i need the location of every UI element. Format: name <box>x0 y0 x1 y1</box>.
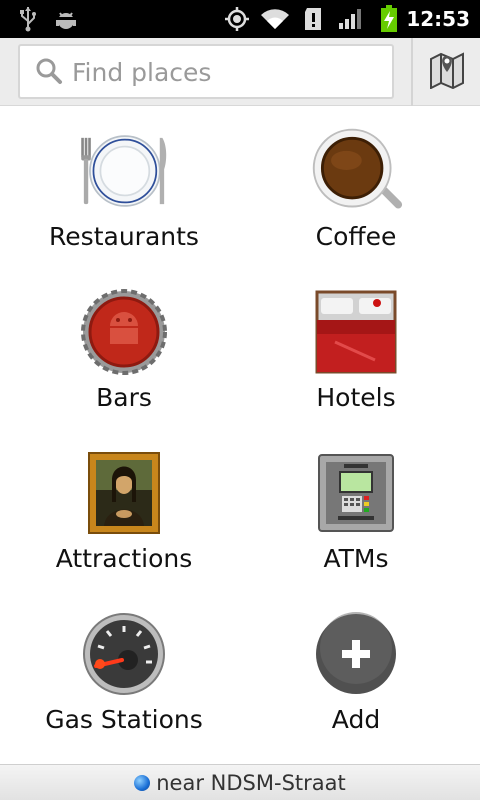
add-plus-icon <box>308 609 404 699</box>
search-input[interactable] <box>72 52 382 92</box>
category-attractions[interactable]: Attractions <box>4 428 244 589</box>
map-icon <box>429 51 465 93</box>
mona-lisa-painting-icon <box>76 448 172 538</box>
atm-machine-icon <box>308 448 404 538</box>
category-gas-stations[interactable]: Gas Stations <box>4 589 244 750</box>
category-label: ATMs <box>323 544 389 573</box>
category-coffee[interactable]: Coffee <box>236 106 476 267</box>
status-bar: 12:53 <box>0 0 480 38</box>
category-hotels[interactable]: Hotels <box>236 267 476 428</box>
sd-card-alert-icon <box>300 0 326 38</box>
wifi-icon <box>258 0 292 38</box>
cell-signal-icon <box>336 0 366 38</box>
location-text: near NDSM-Straat <box>156 770 346 795</box>
category-restaurants[interactable]: Restaurants <box>4 106 244 267</box>
category-add[interactable]: Add <box>236 589 476 750</box>
category-label: Add <box>331 705 381 734</box>
category-label: Bars <box>96 383 152 412</box>
bottle-cap-icon <box>76 287 172 377</box>
category-label: Hotels <box>316 383 396 412</box>
category-label: Restaurants <box>49 222 199 251</box>
search-box[interactable] <box>18 44 394 99</box>
category-label: Attractions <box>55 544 193 573</box>
location-dot-icon <box>134 774 151 791</box>
usb-icon <box>14 0 42 38</box>
coffee-cup-icon <box>308 126 404 216</box>
plate-cutlery-icon <box>76 126 172 216</box>
status-time: 12:53 <box>406 7 470 31</box>
android-debug-icon <box>52 0 80 38</box>
fuel-gauge-icon <box>76 609 172 699</box>
bed-icon <box>308 287 404 377</box>
battery-charging-icon <box>376 0 402 38</box>
category-label: Coffee <box>315 222 397 251</box>
category-label: Gas Stations <box>45 705 203 734</box>
category-atms[interactable]: ATMs <box>236 428 476 589</box>
location-footer[interactable]: near NDSM-Straat <box>0 764 480 800</box>
search-icon <box>34 56 64 90</box>
category-bars[interactable]: Bars <box>4 267 244 428</box>
search-bar <box>0 38 480 106</box>
gps-icon <box>222 0 252 38</box>
map-view-button[interactable] <box>413 38 480 106</box>
category-grid: Restaurants Coffee Bars Hotels Attractio… <box>0 106 480 764</box>
